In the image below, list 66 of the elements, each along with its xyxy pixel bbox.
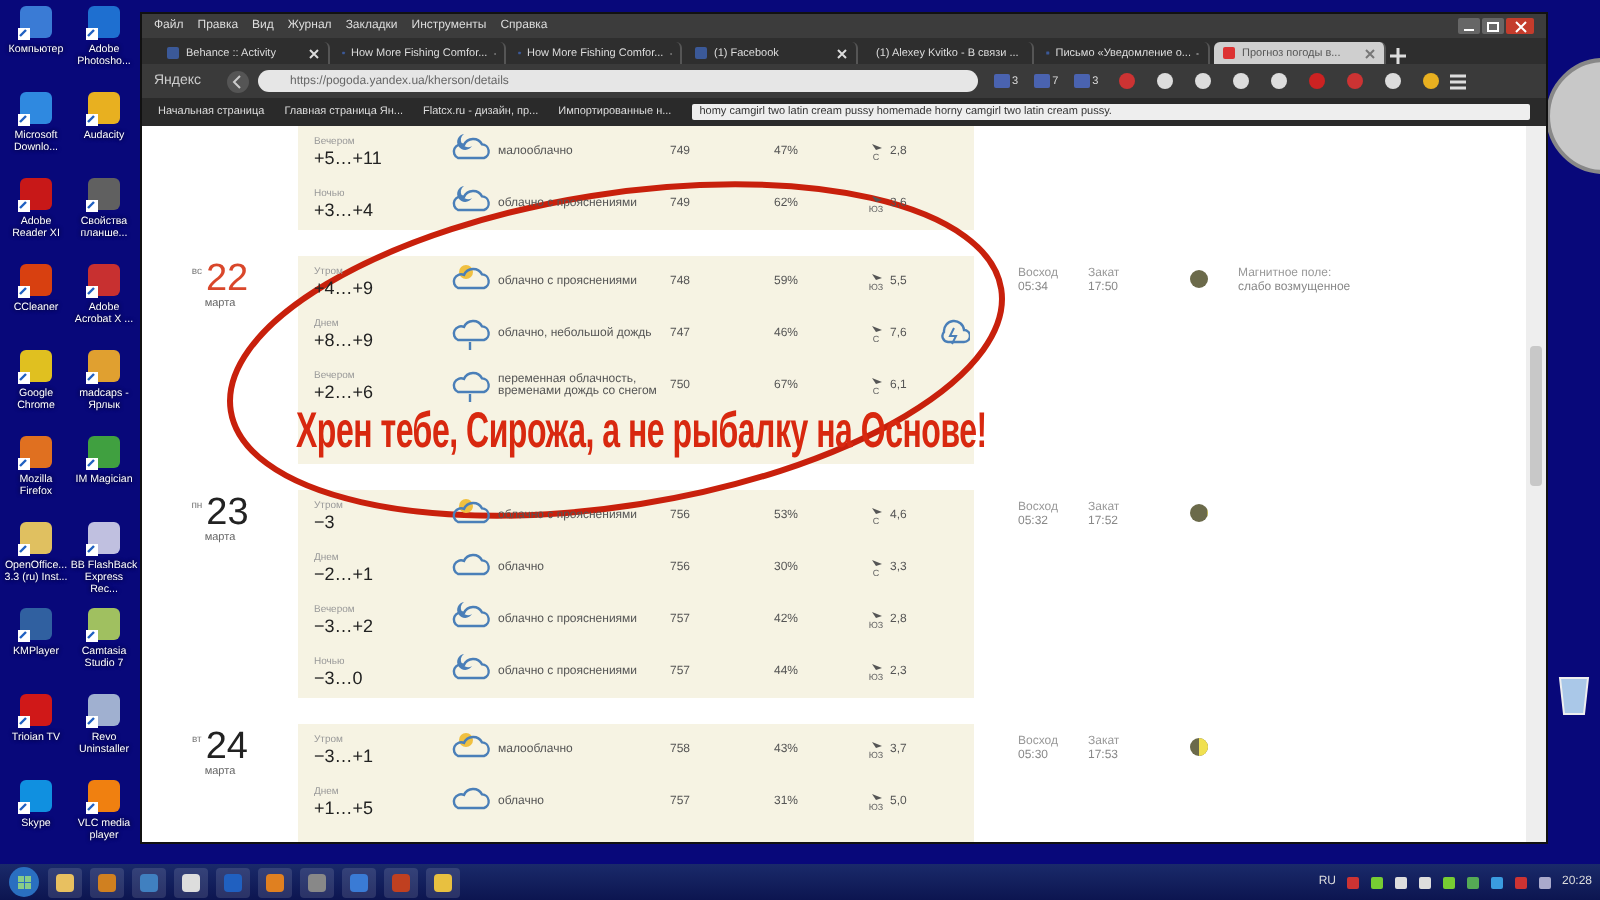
app-icon[interactable] [84, 88, 124, 128]
temperature: +2…+6 [314, 382, 376, 402]
favicon-icon [1222, 46, 1236, 60]
moon-phase-icon [1188, 736, 1210, 758]
app-icon[interactable] [16, 260, 56, 300]
wind-arrow-icon [869, 272, 883, 282]
app-icon[interactable] [84, 690, 124, 730]
wind-arrow-icon [869, 506, 883, 516]
favicon-icon [694, 46, 708, 60]
wind-arrow-icon [869, 740, 883, 750]
app-icon[interactable] [432, 871, 454, 893]
temperature: +8…+9 [314, 330, 376, 350]
app-icon[interactable] [16, 604, 56, 644]
taskbar-button[interactable] [258, 867, 292, 897]
temperature: −3 [314, 512, 337, 532]
start-button-icon[interactable] [8, 866, 40, 898]
close-button[interactable] [1506, 18, 1534, 34]
clock-gadget-drawing [1544, 56, 1600, 176]
temperature: +5…+11 [314, 148, 384, 168]
app-icon[interactable] [16, 776, 56, 816]
day-number: 24 [205, 728, 248, 766]
day-number: 22 [205, 260, 249, 298]
wind-arrow-icon [869, 142, 883, 152]
wind-arrow-icon [869, 324, 883, 334]
app-icon[interactable] [16, 690, 56, 730]
moon-phase-icon [1188, 502, 1210, 524]
wind-arrow-icon [869, 376, 883, 386]
wind-arrow-icon [869, 558, 883, 568]
app-icon[interactable] [16, 346, 56, 386]
day-number: 23 [206, 494, 249, 532]
app-icon[interactable] [84, 174, 124, 214]
app-icon[interactable] [84, 604, 124, 644]
temperature: −2…+1 [314, 564, 376, 584]
app-icon[interactable] [84, 346, 124, 386]
app-icon[interactable] [16, 432, 56, 472]
taskbar-button[interactable] [174, 867, 208, 897]
temperature: −3…0 [314, 668, 365, 688]
temperature: −3…+2 [314, 616, 376, 636]
back-icon[interactable] [226, 69, 250, 93]
taskbar-button[interactable] [90, 867, 124, 897]
app-icon[interactable] [16, 2, 56, 42]
app-icon[interactable] [16, 518, 56, 558]
app-icon[interactable] [84, 260, 124, 300]
app-icon[interactable] [180, 871, 202, 893]
menu-icon[interactable] [1448, 71, 1469, 91]
wind-arrow-icon [869, 194, 883, 204]
app-icon[interactable] [84, 432, 124, 472]
new-tab-icon[interactable] [1390, 48, 1406, 64]
temperature: +1…+5 [314, 798, 376, 818]
annotation-text: Хрен тебе, Сирожа, а не рыбалку на Основе! [296, 404, 987, 462]
taskbar-button[interactable] [426, 867, 460, 897]
wind-arrow-icon [869, 610, 883, 620]
app-icon[interactable] [16, 88, 56, 128]
app-icon[interactable] [16, 174, 56, 214]
app-icon[interactable] [84, 518, 124, 558]
app-icon[interactable] [54, 871, 76, 893]
wind-arrow-icon [869, 792, 883, 802]
wind-arrow-icon [869, 662, 883, 672]
scrollbar[interactable] [1526, 126, 1546, 842]
app-icon[interactable] [84, 776, 124, 816]
favicon-icon [166, 46, 180, 60]
app-icon[interactable] [84, 2, 124, 42]
moon-phase-icon [1188, 268, 1210, 290]
temperature: −3…+1 [314, 746, 376, 766]
temperature: +3…+4 [314, 200, 376, 220]
taskbar-button[interactable] [48, 867, 82, 897]
